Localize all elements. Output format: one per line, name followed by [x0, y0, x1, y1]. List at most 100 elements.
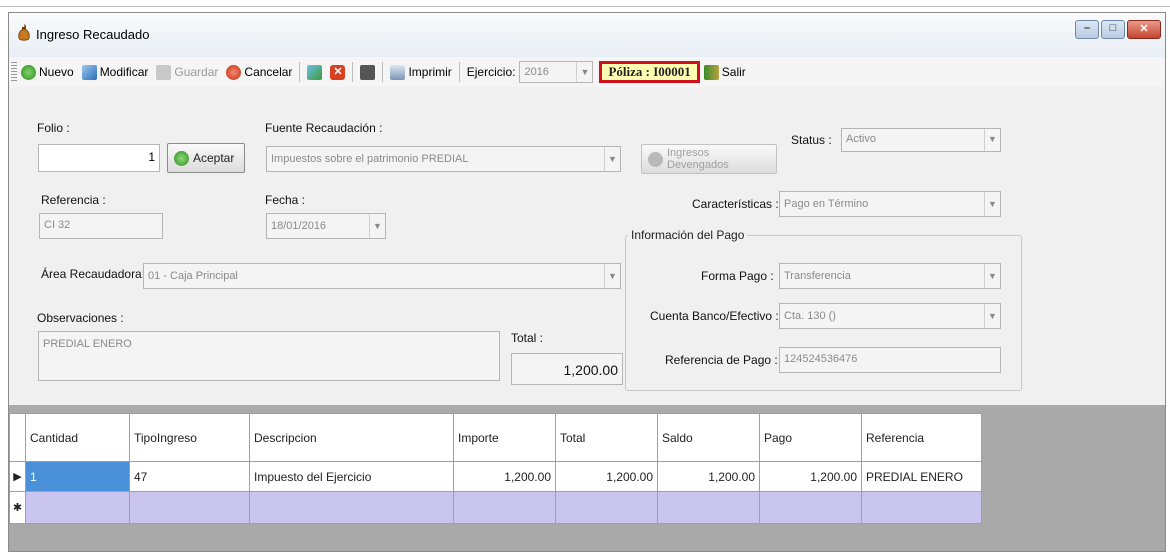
- new-cell[interactable]: [759, 491, 862, 524]
- col-header-referencia[interactable]: Referencia: [861, 413, 982, 462]
- aceptar-label: Aceptar: [193, 151, 235, 165]
- chevron-down-icon[interactable]: ▼: [604, 147, 620, 171]
- title-bar: Ingreso Recaudado – □ ✕: [9, 13, 1165, 57]
- fuente-value: Impuestos sobre el patrimonio PREDIAL: [271, 153, 469, 165]
- status-select[interactable]: Activo ▼: [841, 128, 1001, 152]
- col-header-descripcion[interactable]: Descripcion: [249, 413, 454, 462]
- guardar-button[interactable]: Guardar: [152, 60, 222, 84]
- cuenta-value: Cta. 130 (): [784, 310, 836, 322]
- fecha-value: 18/01/2016: [271, 220, 327, 232]
- forma-pago-value: Transferencia: [784, 270, 851, 282]
- ingresos-devengados-button[interactable]: Ingresos Devengados: [641, 144, 777, 174]
- cell-cantidad[interactable]: 1: [25, 461, 130, 492]
- new-row[interactable]: ✱: [9, 491, 982, 524]
- modificar-button[interactable]: Modificar: [78, 60, 153, 84]
- chevron-down-icon[interactable]: ▼: [604, 264, 620, 288]
- salir-label: Salir: [721, 65, 746, 79]
- fuente-label: Fuente Recaudación :: [265, 121, 383, 135]
- table-row[interactable]: ▶ 1 47 Impuesto del Ejercicio 1,200.00 1…: [9, 461, 982, 492]
- ingresos-devengados-label: Ingresos Devengados: [667, 147, 729, 171]
- ejercicio-label: Ejercicio:: [466, 65, 516, 79]
- maximize-icon: □: [1109, 22, 1117, 34]
- col-header-cantidad[interactable]: Cantidad: [25, 413, 130, 462]
- close-button[interactable]: ✕: [1127, 20, 1161, 39]
- fecha-label: Fecha :: [265, 193, 306, 207]
- chevron-down-icon[interactable]: ▼: [984, 192, 1000, 216]
- folio-label: Folio :: [37, 121, 70, 135]
- cancelar-button[interactable]: Cancelar: [222, 60, 296, 84]
- new-cell[interactable]: [453, 491, 556, 524]
- col-header-tipoingreso[interactable]: TipoIngreso: [129, 413, 250, 462]
- chevron-down-icon[interactable]: ▼: [576, 62, 592, 82]
- nuevo-button[interactable]: Nuevo: [17, 60, 78, 84]
- chevron-down-icon[interactable]: ▼: [984, 264, 1000, 288]
- new-cell[interactable]: [25, 491, 130, 524]
- new-cell[interactable]: [657, 491, 760, 524]
- ejercicio-combo[interactable]: 2016 ▼: [519, 61, 594, 83]
- col-header-saldo[interactable]: Saldo: [657, 413, 760, 462]
- new-cell[interactable]: [249, 491, 454, 524]
- col-header-pago[interactable]: Pago: [759, 413, 862, 462]
- col-header-importe[interactable]: Importe: [453, 413, 556, 462]
- imprimir-button[interactable]: Imprimir: [386, 60, 455, 84]
- area-label: Área Recaudadora:: [41, 267, 146, 281]
- new-cell[interactable]: [129, 491, 250, 524]
- current-row-indicator-icon[interactable]: ▶: [9, 461, 26, 492]
- col-header-total[interactable]: Total: [555, 413, 658, 462]
- area-value: 01 - Caja Principal: [148, 270, 238, 282]
- total-label: Total :: [511, 331, 544, 345]
- chevron-down-icon[interactable]: ▼: [984, 129, 1000, 151]
- maximize-button[interactable]: □: [1101, 20, 1125, 39]
- check-icon: [174, 150, 189, 166]
- modificar-label: Modificar: [99, 65, 149, 79]
- observaciones-label: Observaciones :: [37, 311, 124, 325]
- referencia-input[interactable]: CI 32: [39, 213, 163, 239]
- new-cell[interactable]: [555, 491, 658, 524]
- window-title: Ingreso Recaudado: [36, 27, 150, 42]
- delete-button[interactable]: ✕: [326, 60, 349, 84]
- cell-pago[interactable]: 1,200.00: [759, 461, 862, 492]
- forma-pago-select[interactable]: Transferencia ▼: [779, 263, 1001, 289]
- main-window: Ingreso Recaudado – □ ✕ Nuevo Modificar …: [8, 12, 1166, 552]
- chevron-down-icon[interactable]: ▼: [369, 214, 385, 238]
- total-value: 1,200.00: [511, 353, 623, 385]
- new-row-indicator-icon[interactable]: ✱: [9, 491, 26, 524]
- area-select[interactable]: 01 - Caja Principal ▼: [143, 263, 621, 289]
- search-button[interactable]: [356, 60, 379, 84]
- cell-descripcion[interactable]: Impuesto del Ejercicio: [249, 461, 454, 492]
- poliza-badge: Póliza : I00001: [599, 61, 700, 83]
- cell-referencia[interactable]: PREDIAL ENERO: [861, 461, 982, 492]
- cell-tipoingreso[interactable]: 47: [129, 461, 250, 492]
- cuenta-select[interactable]: Cta. 130 () ▼: [779, 303, 1001, 329]
- chevron-down-icon[interactable]: ▼: [984, 304, 1000, 328]
- cell-saldo[interactable]: 1,200.00: [657, 461, 760, 492]
- observaciones-textarea[interactable]: PREDIAL ENERO: [38, 331, 500, 381]
- caracteristicas-value: Pago en Término: [784, 198, 869, 210]
- fuente-select[interactable]: Impuestos sobre el patrimonio PREDIAL ▼: [266, 146, 621, 172]
- caracteristicas-select[interactable]: Pago en Término ▼: [779, 191, 1001, 217]
- guardar-label: Guardar: [174, 65, 219, 79]
- referencia-pago-input[interactable]: 124524536476: [779, 347, 1001, 373]
- row-header-corner: [9, 413, 26, 462]
- aceptar-button[interactable]: Aceptar: [167, 143, 245, 173]
- detail-grid: Cantidad TipoIngreso Descripcion Importe…: [9, 405, 1165, 551]
- ejercicio-select[interactable]: 2016 ▼: [519, 61, 594, 83]
- minimize-button[interactable]: –: [1075, 20, 1099, 39]
- window-controls: – □ ✕: [1075, 20, 1161, 39]
- fecha-picker[interactable]: 18/01/2016 ▼: [266, 213, 386, 239]
- cell-importe[interactable]: 1,200.00: [453, 461, 556, 492]
- nuevo-label: Nuevo: [39, 65, 74, 79]
- export-icon: [307, 64, 323, 80]
- delete-icon: ✕: [330, 64, 346, 80]
- add-icon: [21, 64, 36, 80]
- export-button[interactable]: [303, 60, 326, 84]
- cell-total[interactable]: 1,200.00: [555, 461, 658, 492]
- info-icon: [648, 151, 663, 167]
- toolbar-separator: [352, 62, 354, 82]
- new-cell[interactable]: [861, 491, 982, 524]
- salir-button[interactable]: Salir: [700, 60, 750, 84]
- folio-input[interactable]: 1: [38, 144, 160, 172]
- close-icon: ✕: [1139, 23, 1149, 35]
- minimize-icon: –: [1083, 22, 1091, 34]
- cancelar-label: Cancelar: [244, 65, 293, 79]
